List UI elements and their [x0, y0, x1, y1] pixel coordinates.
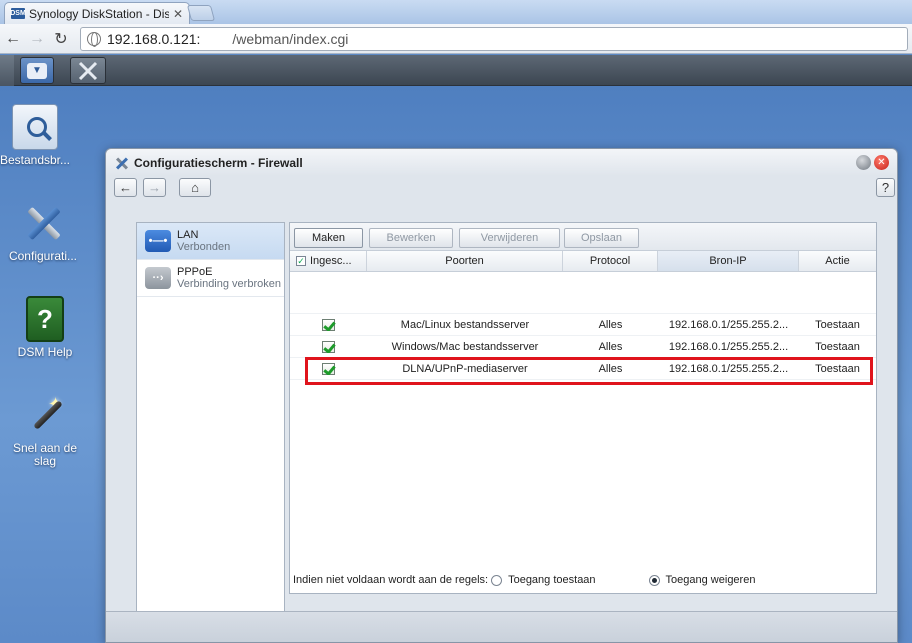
tools-icon	[20, 200, 66, 246]
rule-source-ip: 192.168.0.1/255.255.2...	[668, 340, 789, 353]
back-arrow-icon[interactable]: ←	[2, 28, 24, 50]
save-button[interactable]: Opslaan	[564, 228, 639, 248]
home-button[interactable]: ⌂	[179, 178, 211, 197]
table-row[interactable]: Windows/Mac bestandsserver Alles 192.168…	[290, 336, 876, 358]
column-source-ip[interactable]: Bron-IP	[658, 251, 799, 271]
rule-ports: Windows/Mac bestandsserver	[391, 340, 539, 353]
sidebar-item-label: LAN	[177, 229, 199, 241]
desktop-icon-label: DSM Help	[17, 345, 73, 359]
window-title: Configuratiescherm - Firewall	[134, 155, 303, 170]
desktop-icon-dsm-help[interactable]: ? DSM Help	[0, 296, 90, 359]
magic-wand-icon: ✦	[22, 392, 68, 438]
sidebar-item-pppoe[interactable]: ··› PPPoE Verbinding verbroken	[137, 260, 284, 297]
back-arrow-icon: ←	[119, 180, 132, 195]
enabled-checkbox[interactable]	[322, 318, 335, 331]
column-enabled[interactable]: ✓ Ingesc...	[290, 251, 367, 271]
back-button[interactable]: ←	[114, 178, 137, 197]
enabled-checkbox[interactable]	[322, 340, 335, 353]
sidebar-item-lan[interactable]: •—• LAN Verbonden	[137, 223, 284, 260]
table-row[interactable]: DLNA/UPnP-mediaserver Alles 192.168.0.1/…	[290, 358, 876, 380]
rules-table-body: Mac/Linux bestandsserver Alles 192.168.0…	[290, 272, 876, 380]
rule-source-ip: 192.168.0.1/255.255.2...	[668, 362, 789, 375]
globe-icon	[87, 32, 101, 47]
tab-close-icon[interactable]: ✕	[173, 7, 183, 21]
tab-title: Synology DiskStation - Disk	[29, 6, 169, 21]
desktop-icon-label: Configurati...	[8, 249, 78, 263]
address-bar[interactable]: 192.168.0.121: /webman/index.cgi	[80, 27, 908, 51]
create-button[interactable]: Maken	[294, 228, 363, 248]
default-policy-row: Indien niet voldaan wordt aan de regels:…	[289, 567, 877, 593]
rule-ports: DLNA/UPnP-mediaserver	[402, 362, 528, 375]
sidebar-item-status: Verbinding verbroken	[177, 278, 281, 290]
rules-toolbar: Maken Bewerken Verwijderen Opslaan	[290, 223, 876, 251]
rule-source-ip: 192.168.0.1/255.255.2...	[668, 318, 789, 331]
browser-tab[interactable]: DSM Synology DiskStation - Disk ✕	[4, 2, 190, 24]
url-host: 192.168.0.121:	[107, 31, 201, 47]
dsm-taskbar: ▼	[0, 55, 912, 86]
dsm-favicon-icon: DSM	[10, 8, 26, 19]
deny-radio[interactable]	[648, 574, 660, 586]
delete-button[interactable]: Verwijderen	[459, 228, 560, 248]
column-label: Ingesc...	[310, 255, 352, 267]
home-icon: ⌂	[191, 180, 199, 195]
browser-tabstrip: DSM Synology DiskStation - Disk ✕	[0, 0, 912, 24]
sidebar-item-label: PPPoE	[177, 266, 213, 278]
chevron-down-icon: ▼	[27, 62, 47, 79]
rule-action: Toestaan	[815, 362, 860, 375]
policy-label: Indien niet voldaan wordt aan de regels:	[293, 574, 489, 586]
rule-ports: Mac/Linux bestandsserver	[400, 318, 530, 331]
rule-protocol: Alles	[598, 318, 623, 331]
close-icon[interactable]: ✕	[874, 155, 889, 170]
rule-protocol: Alles	[598, 362, 623, 375]
rule-action: Toestaan	[815, 318, 860, 331]
window-statusbar	[106, 611, 897, 642]
help-icon: ?	[881, 180, 890, 195]
desktop-icon-label: Bestandsbr...	[0, 153, 71, 167]
browser-toolbar: ← → ↻ 192.168.0.121: /webman/index.cgi	[0, 24, 912, 54]
tools-icon	[78, 61, 98, 80]
control-panel-window: Configuratiescherm - Firewall ✕ ← → ⌂ ? …	[105, 148, 898, 643]
reload-icon[interactable]: ↻	[50, 28, 72, 50]
forward-arrow-icon[interactable]: →	[26, 28, 48, 50]
allow-label[interactable]: Toegang toestaan	[508, 574, 595, 586]
select-all-checkbox[interactable]: ✓	[296, 256, 306, 266]
rule-protocol: Alles	[598, 340, 623, 353]
desktop-icon-file-browser[interactable]: Bestandsbr...	[0, 104, 80, 167]
folder-search-icon	[12, 104, 58, 150]
interface-sidebar: •—• LAN Verbonden ··› PPPoE Verbinding v…	[136, 222, 285, 624]
allow-radio[interactable]	[491, 574, 503, 586]
new-tab-button[interactable]	[186, 5, 216, 21]
network-connected-icon: •—•	[145, 230, 171, 252]
main-menu-button[interactable]: ▼	[20, 57, 54, 84]
help-button[interactable]: ?	[876, 178, 895, 197]
desktop-icon-label: Snel aan de slag	[12, 441, 78, 468]
help-book-icon: ?	[26, 296, 64, 342]
sidebar-item-status: Verbonden	[177, 241, 231, 253]
column-action[interactable]: Actie	[799, 251, 876, 271]
desktop-icon-quick-start[interactable]: ✦ Snel aan de slag	[0, 392, 90, 468]
firewall-rules-panel: Maken Bewerken Verwijderen Opslaan ✓ Ing…	[289, 222, 877, 594]
rules-empty-space	[290, 272, 876, 314]
taskbar-edge	[0, 55, 14, 86]
forward-arrow-icon: →	[148, 180, 161, 195]
desktop-icon-control-panel[interactable]: Configurati...	[0, 200, 88, 263]
tools-icon	[114, 155, 130, 171]
rule-action: Toestaan	[815, 340, 860, 353]
edit-button[interactable]: Bewerken	[369, 228, 453, 248]
taskbar-control-panel-button[interactable]	[70, 57, 106, 84]
table-row[interactable]: Mac/Linux bestandsserver Alles 192.168.0…	[290, 314, 876, 336]
window-titlebar[interactable]: Configuratiescherm - Firewall ✕	[106, 149, 897, 176]
url-path: /webman/index.cgi	[232, 31, 349, 47]
column-ports[interactable]: Poorten	[367, 251, 563, 271]
window-nav: ← → ⌂ ?	[106, 176, 897, 202]
deny-label[interactable]: Toegang weigeren	[666, 574, 756, 586]
minimize-icon[interactable]	[856, 155, 871, 170]
rules-table-header: ✓ Ingesc... Poorten Protocol Bron-IP Act…	[290, 251, 876, 272]
column-protocol[interactable]: Protocol	[563, 251, 658, 271]
enabled-checkbox[interactable]	[322, 362, 335, 375]
network-disconnected-icon: ··›	[145, 267, 171, 289]
forward-button[interactable]: →	[143, 178, 166, 197]
